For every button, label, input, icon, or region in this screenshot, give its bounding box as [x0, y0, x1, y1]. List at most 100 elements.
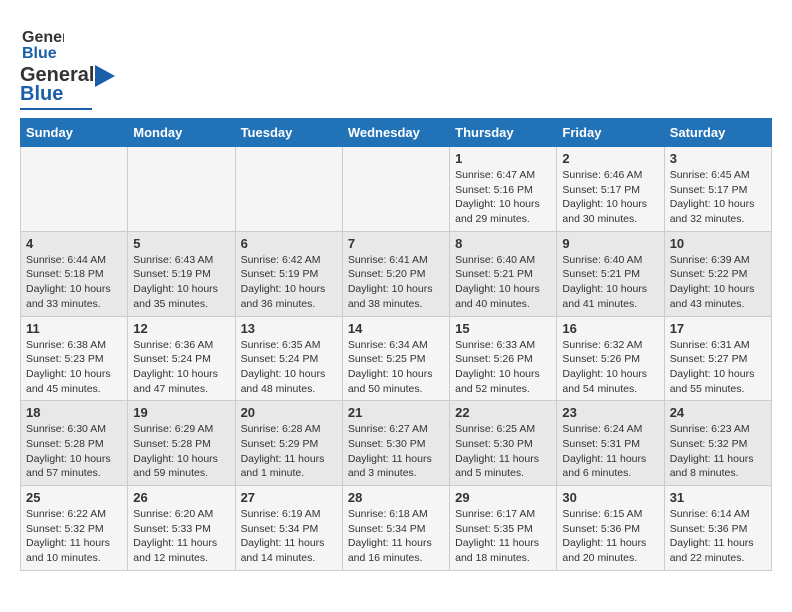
day-info: Sunrise: 6:30 AM Sunset: 5:28 PM Dayligh…	[26, 422, 122, 481]
day-number: 12	[133, 321, 229, 336]
day-info: Sunrise: 6:23 AM Sunset: 5:32 PM Dayligh…	[670, 422, 766, 481]
header-cell-monday: Monday	[128, 119, 235, 147]
day-info: Sunrise: 6:17 AM Sunset: 5:35 PM Dayligh…	[455, 507, 551, 566]
calendar-cell: 11 Sunrise: 6:38 AM Sunset: 5:23 PM Dayli…	[21, 316, 128, 401]
page-header: General Blue General Blue	[20, 20, 772, 110]
day-number: 25	[26, 490, 122, 505]
day-info: Sunrise: 6:19 AM Sunset: 5:34 PM Dayligh…	[241, 507, 337, 566]
day-number: 22	[455, 405, 551, 420]
day-number: 11	[26, 321, 122, 336]
calendar-cell: 7 Sunrise: 6:41 AM Sunset: 5:20 PM Daylig…	[342, 231, 449, 316]
day-info: Sunrise: 6:45 AM Sunset: 5:17 PM Dayligh…	[670, 168, 766, 227]
calendar-cell: 10Sunrise: 6:39 AM Sunset: 5:22 PM Dayli…	[664, 231, 771, 316]
calendar-cell: 5 Sunrise: 6:43 AM Sunset: 5:19 PM Daylig…	[128, 231, 235, 316]
calendar-cell: 27 Sunrise: 6:19 AM Sunset: 5:34 PM Dayli…	[235, 486, 342, 571]
calendar-cell: 17Sunrise: 6:31 AM Sunset: 5:27 PM Dayli…	[664, 316, 771, 401]
day-number: 4	[26, 236, 122, 251]
logo-underline	[20, 108, 92, 110]
day-number: 27	[241, 490, 337, 505]
calendar-cell: 19Sunrise: 6:29 AM Sunset: 5:28 PM Dayli…	[128, 401, 235, 486]
day-number: 1	[455, 151, 551, 166]
calendar-cell: 31Sunrise: 6:14 AM Sunset: 5:36 PM Dayli…	[664, 486, 771, 571]
day-info: Sunrise: 6:33 AM Sunset: 5:26 PM Dayligh…	[455, 338, 551, 397]
week-row-2: 4 Sunrise: 6:44 AM Sunset: 5:18 PM Daylig…	[21, 231, 772, 316]
logo-icon: General Blue	[20, 20, 64, 64]
calendar-table: SundayMondayTuesdayWednesdayThursdayFrid…	[20, 118, 772, 571]
week-row-4: 18Sunrise: 6:30 AM Sunset: 5:28 PM Dayli…	[21, 401, 772, 486]
day-number: 17	[670, 321, 766, 336]
day-info: Sunrise: 6:24 AM Sunset: 5:31 PM Dayligh…	[562, 422, 658, 481]
calendar-cell: 13Sunrise: 6:35 AM Sunset: 5:24 PM Dayli…	[235, 316, 342, 401]
day-info: Sunrise: 6:20 AM Sunset: 5:33 PM Dayligh…	[133, 507, 229, 566]
calendar-cell: 25 Sunrise: 6:22 AM Sunset: 5:32 PM Dayli…	[21, 486, 128, 571]
day-number: 16	[562, 321, 658, 336]
week-row-5: 25 Sunrise: 6:22 AM Sunset: 5:32 PM Dayli…	[21, 486, 772, 571]
calendar-cell: 1Sunrise: 6:47 AM Sunset: 5:16 PM Daylig…	[450, 147, 557, 232]
logo-blue-text: Blue	[20, 83, 63, 105]
day-number: 7	[348, 236, 444, 251]
calendar-cell	[235, 147, 342, 232]
svg-text:Blue: Blue	[22, 45, 57, 62]
day-info: Sunrise: 6:36 AM Sunset: 5:24 PM Dayligh…	[133, 338, 229, 397]
day-info: Sunrise: 6:25 AM Sunset: 5:30 PM Dayligh…	[455, 422, 551, 481]
header-cell-tuesday: Tuesday	[235, 119, 342, 147]
calendar-cell: 2 Sunrise: 6:46 AM Sunset: 5:17 PM Daylig…	[557, 147, 664, 232]
calendar-cell: 12 Sunrise: 6:36 AM Sunset: 5:24 PM Dayli…	[128, 316, 235, 401]
calendar-cell: 14 Sunrise: 6:34 AM Sunset: 5:25 PM Dayli…	[342, 316, 449, 401]
calendar-cell: 9 Sunrise: 6:40 AM Sunset: 5:21 PM Daylig…	[557, 231, 664, 316]
day-number: 28	[348, 490, 444, 505]
calendar-cell: 15 Sunrise: 6:33 AM Sunset: 5:26 PM Dayli…	[450, 316, 557, 401]
day-info: Sunrise: 6:43 AM Sunset: 5:19 PM Dayligh…	[133, 253, 229, 312]
day-info: Sunrise: 6:42 AM Sunset: 5:19 PM Dayligh…	[241, 253, 337, 312]
calendar-cell: 26 Sunrise: 6:20 AM Sunset: 5:33 PM Dayli…	[128, 486, 235, 571]
day-number: 10	[670, 236, 766, 251]
calendar-cell: 3 Sunrise: 6:45 AM Sunset: 5:17 PM Daylig…	[664, 147, 771, 232]
header-cell-saturday: Saturday	[664, 119, 771, 147]
day-info: Sunrise: 6:29 AM Sunset: 5:28 PM Dayligh…	[133, 422, 229, 481]
day-info: Sunrise: 6:44 AM Sunset: 5:18 PM Dayligh…	[26, 253, 122, 312]
calendar-cell: 20Sunrise: 6:28 AM Sunset: 5:29 PM Dayli…	[235, 401, 342, 486]
logo-arrow-icon	[95, 65, 115, 87]
day-number: 8	[455, 236, 551, 251]
day-info: Sunrise: 6:34 AM Sunset: 5:25 PM Dayligh…	[348, 338, 444, 397]
calendar-cell	[21, 147, 128, 232]
day-number: 29	[455, 490, 551, 505]
day-info: Sunrise: 6:18 AM Sunset: 5:34 PM Dayligh…	[348, 507, 444, 566]
calendar-cell: 29 Sunrise: 6:17 AM Sunset: 5:35 PM Dayli…	[450, 486, 557, 571]
day-number: 23	[562, 405, 658, 420]
day-number: 31	[670, 490, 766, 505]
day-number: 14	[348, 321, 444, 336]
header-cell-sunday: Sunday	[21, 119, 128, 147]
day-number: 26	[133, 490, 229, 505]
day-number: 9	[562, 236, 658, 251]
day-info: Sunrise: 6:46 AM Sunset: 5:17 PM Dayligh…	[562, 168, 658, 227]
week-row-3: 11 Sunrise: 6:38 AM Sunset: 5:23 PM Dayli…	[21, 316, 772, 401]
calendar-header: SundayMondayTuesdayWednesdayThursdayFrid…	[21, 119, 772, 147]
day-number: 6	[241, 236, 337, 251]
day-info: Sunrise: 6:41 AM Sunset: 5:20 PM Dayligh…	[348, 253, 444, 312]
calendar-cell: 16 Sunrise: 6:32 AM Sunset: 5:26 PM Dayli…	[557, 316, 664, 401]
day-info: Sunrise: 6:32 AM Sunset: 5:26 PM Dayligh…	[562, 338, 658, 397]
calendar-cell: 18Sunrise: 6:30 AM Sunset: 5:28 PM Dayli…	[21, 401, 128, 486]
header-cell-thursday: Thursday	[450, 119, 557, 147]
day-info: Sunrise: 6:15 AM Sunset: 5:36 PM Dayligh…	[562, 507, 658, 566]
calendar-body: 1Sunrise: 6:47 AM Sunset: 5:16 PM Daylig…	[21, 147, 772, 571]
calendar-cell: 24 Sunrise: 6:23 AM Sunset: 5:32 PM Dayli…	[664, 401, 771, 486]
day-number: 3	[670, 151, 766, 166]
day-info: Sunrise: 6:28 AM Sunset: 5:29 PM Dayligh…	[241, 422, 337, 481]
logo: General Blue General Blue	[20, 20, 115, 110]
day-info: Sunrise: 6:38 AM Sunset: 5:23 PM Dayligh…	[26, 338, 122, 397]
day-info: Sunrise: 6:35 AM Sunset: 5:24 PM Dayligh…	[241, 338, 337, 397]
day-number: 5	[133, 236, 229, 251]
day-number: 24	[670, 405, 766, 420]
day-info: Sunrise: 6:40 AM Sunset: 5:21 PM Dayligh…	[562, 253, 658, 312]
day-number: 15	[455, 321, 551, 336]
header-row: SundayMondayTuesdayWednesdayThursdayFrid…	[21, 119, 772, 147]
calendar-cell	[342, 147, 449, 232]
calendar-cell	[128, 147, 235, 232]
calendar-cell: 30Sunrise: 6:15 AM Sunset: 5:36 PM Dayli…	[557, 486, 664, 571]
day-info: Sunrise: 6:22 AM Sunset: 5:32 PM Dayligh…	[26, 507, 122, 566]
day-number: 2	[562, 151, 658, 166]
day-info: Sunrise: 6:27 AM Sunset: 5:30 PM Dayligh…	[348, 422, 444, 481]
svg-text:General: General	[22, 29, 64, 46]
